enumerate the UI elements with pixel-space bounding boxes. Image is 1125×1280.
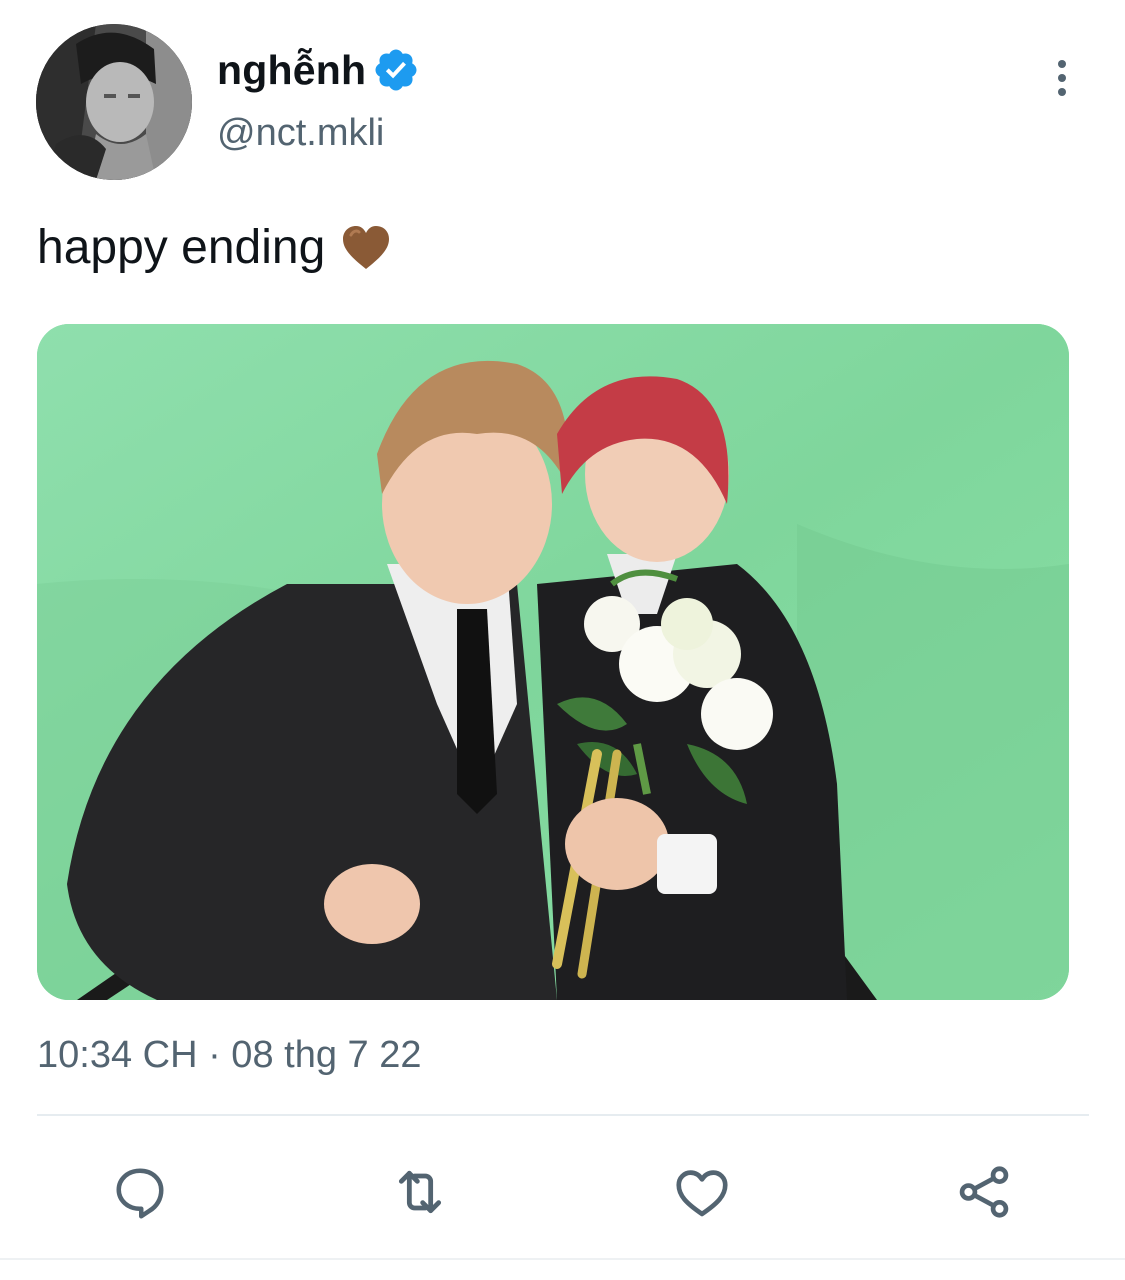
dot-icon — [1058, 74, 1066, 82]
tweet-text-body: happy ending — [37, 221, 326, 274]
divider — [37, 1114, 1089, 1116]
brown-heart-icon — [343, 225, 390, 269]
avatar[interactable] — [36, 24, 192, 180]
dot-icon — [1058, 60, 1066, 68]
display-name-row[interactable]: nghễnh — [217, 42, 420, 98]
retweet-button[interactable] — [382, 1154, 458, 1230]
verified-badge-icon — [375, 49, 417, 91]
share-button[interactable] — [946, 1154, 1022, 1230]
display-name[interactable]: nghễnh — [217, 47, 366, 94]
retweet-icon — [398, 1170, 442, 1214]
reply-button[interactable] — [102, 1154, 178, 1230]
photo-image — [37, 324, 1069, 1000]
like-button[interactable] — [664, 1154, 740, 1230]
like-icon — [676, 1170, 728, 1217]
tweet-text: happy ending — [37, 220, 391, 275]
reply-icon — [116, 1168, 164, 1219]
bottom-divider — [0, 1258, 1125, 1260]
tweet-media-photo[interactable] — [37, 324, 1069, 1000]
more-options-button[interactable] — [1036, 52, 1088, 104]
handle[interactable]: @nct.mkli — [217, 112, 384, 155]
tweet-card: nghễnh @nct.mkli happy ending 10:34 CH ·… — [0, 0, 1125, 1280]
action-bar — [0, 1140, 1125, 1240]
share-icon — [959, 1166, 1009, 1218]
dot-icon — [1058, 88, 1066, 96]
avatar-image — [36, 24, 192, 180]
tweet-timestamp[interactable]: 10:34 CH · 08 thg 7 22 — [37, 1034, 421, 1077]
